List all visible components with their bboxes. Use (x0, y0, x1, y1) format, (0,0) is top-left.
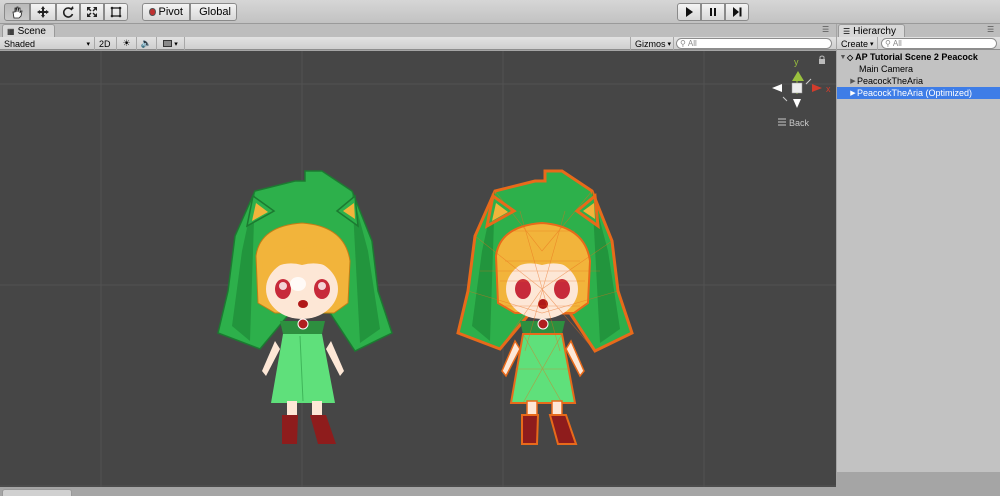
rect-icon (110, 6, 122, 18)
pause-icon (710, 8, 716, 16)
gizmos-label: Gizmos (635, 38, 666, 49)
scene-search-placeholder: All (687, 39, 697, 48)
pivot-label: Pivot (158, 6, 183, 18)
chevron-down-icon: ▾ (667, 40, 672, 48)
mode-2d-label: 2D (99, 38, 111, 49)
gizmos-dropdown[interactable]: Gizmos ▾ (630, 37, 674, 50)
play-icon (686, 7, 693, 17)
menu-lines-icon (778, 118, 786, 126)
hierarchy-tab-icon: ☰ (843, 26, 851, 36)
collapsed-arrow-icon[interactable]: ▶ (849, 89, 857, 97)
rotate-tool-button[interactable] (56, 3, 80, 21)
peacock-optimized-character[interactable] (456, 169, 634, 445)
hierarchy-panel: ☰ Hierarchy ☰ Create ▾ ⚲ All ▼ ◇ AP Tuto… (837, 24, 1000, 472)
scale-tool-button[interactable] (80, 3, 104, 21)
search-icon: ⚲ (680, 39, 686, 48)
back-label: Back (789, 118, 810, 128)
hierarchy-panel-menu-icon[interactable]: ☰ (987, 25, 994, 34)
pause-button[interactable] (701, 3, 725, 21)
hierarchy-toolbar: Create ▾ ⚲ All (837, 37, 1000, 50)
unity-logo-icon: ◇ (847, 52, 854, 62)
hand-tool-button[interactable] (4, 3, 30, 21)
hierarchy-tree: ▼ ◇ AP Tutorial Scene 2 Peacock Main Cam… (837, 51, 1000, 99)
gizmo-y-label: y (794, 57, 799, 67)
peacock-label: PeacockTheAria (857, 76, 924, 86)
lock-icon[interactable] (819, 55, 825, 64)
draw-mode-dropdown[interactable]: Shaded ▾ (0, 37, 95, 50)
move-tool-button[interactable] (30, 3, 56, 21)
gizmo-x-label: x (826, 84, 831, 94)
scene-bottom-bar (0, 487, 836, 496)
scene-panel-menu-icon[interactable]: ☰ (822, 25, 829, 34)
expanded-arrow-icon[interactable]: ▼ (839, 54, 847, 61)
audio-toggle[interactable]: 🔈 (137, 37, 157, 50)
collapsed-arrow-icon[interactable]: ▶ (849, 77, 857, 85)
back-view-toggle[interactable]: Back (778, 118, 810, 128)
hierarchy-tabstrip: ☰ Hierarchy ☰ (837, 24, 1000, 37)
sun-icon: ☀ (122, 38, 131, 48)
step-button[interactable] (725, 3, 749, 21)
tab-hierarchy[interactable]: ☰ Hierarchy (838, 24, 905, 37)
image-icon (163, 40, 173, 47)
create-label: Create (841, 38, 869, 49)
global-toggle[interactable]: Global (190, 3, 237, 21)
chevron-down-icon: ▾ (86, 40, 90, 48)
scene-grid (0, 51, 836, 487)
lighting-toggle[interactable]: ☀ (117, 37, 137, 50)
hierarchy-item-main-camera[interactable]: Main Camera (837, 63, 1000, 75)
scene-viewport[interactable]: y x Back (0, 51, 836, 487)
play-button[interactable] (677, 3, 701, 21)
rect-tool-button[interactable] (104, 3, 128, 21)
effects-dropdown[interactable]: ▾ (157, 37, 185, 50)
scene-toolbar: Shaded ▾ 2D ☀ 🔈 ▾ Gizmos ▾ ⚲ All (0, 37, 836, 50)
tab-scene[interactable]: ▦ Scene (2, 24, 55, 37)
hierarchy-item-peacock[interactable]: ▶ PeacockTheAria (837, 75, 1000, 87)
scene-tab-label: Scene (17, 25, 46, 37)
mode-2d-toggle[interactable]: 2D (95, 37, 117, 50)
scene-panel: ▦ Scene ☰ Shaded ▾ 2D ☀ 🔈 ▾ Gizmos ▾ ⚲ A… (0, 24, 836, 496)
scene-canvas: y x Back (0, 51, 836, 487)
peacock-character[interactable] (217, 170, 393, 444)
main-toolbar: Pivot Global (0, 0, 1000, 24)
global-label: Global (199, 6, 231, 18)
move-icon (37, 6, 49, 18)
scale-icon (87, 7, 97, 17)
hierarchy-search-placeholder: All (892, 39, 902, 48)
search-icon: ⚲ (885, 39, 891, 48)
bottom-tab[interactable] (2, 489, 72, 496)
scene-root-label: AP Tutorial Scene 2 Peacock (855, 52, 978, 62)
scene-tabstrip: ▦ Scene ☰ (0, 24, 836, 37)
scene-tab-icon: ▦ (7, 26, 15, 36)
main-camera-label: Main Camera (859, 64, 914, 74)
speaker-icon: 🔈 (140, 38, 153, 48)
scene-root-item[interactable]: ▼ ◇ AP Tutorial Scene 2 Peacock (837, 51, 1000, 63)
scene-search-input[interactable]: ⚲ All (676, 38, 832, 49)
scene-orientation-gizmo[interactable]: y x (772, 57, 831, 108)
draw-mode-label: Shaded (4, 38, 36, 49)
hand-icon (12, 6, 23, 19)
rotate-icon (62, 6, 74, 18)
hierarchy-tab-label: Hierarchy (853, 25, 896, 37)
pivot-icon (149, 8, 156, 16)
chevron-down-icon: ▾ (870, 40, 874, 48)
hierarchy-item-peacock-optimized[interactable]: ▶ PeacockTheAria (Optimized) (837, 87, 1000, 99)
pivot-toggle[interactable]: Pivot (142, 3, 190, 21)
hierarchy-search-input[interactable]: ⚲ All (881, 38, 997, 49)
chevron-down-icon: ▾ (174, 40, 178, 48)
peacock-optimized-label: PeacockTheAria (Optimized) (857, 88, 973, 98)
step-icon (733, 7, 742, 17)
create-dropdown[interactable]: Create ▾ (837, 37, 878, 50)
